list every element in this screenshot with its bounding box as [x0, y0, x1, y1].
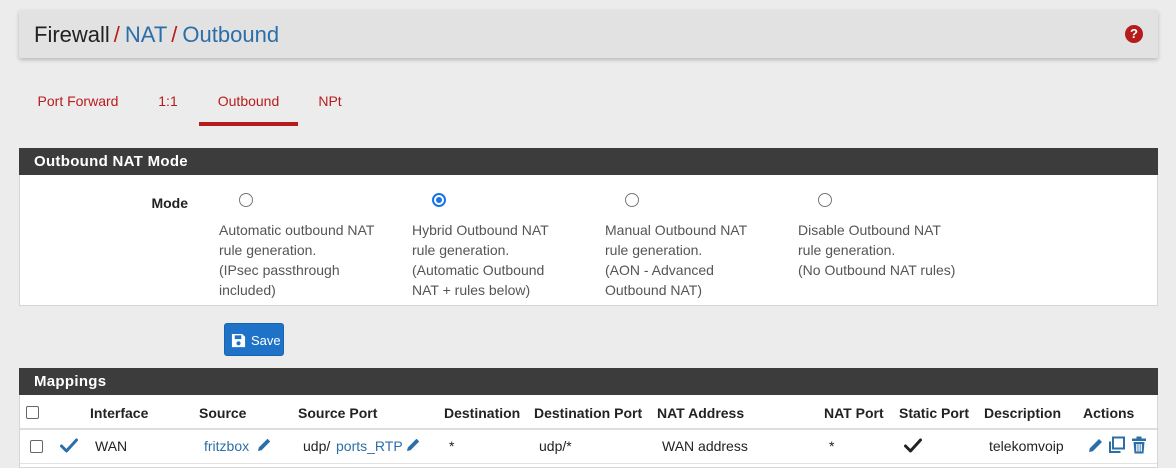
option-line: rule generation.	[798, 242, 896, 258]
header-static-port: Static Port	[899, 405, 970, 421]
header-source-port: Source Port	[298, 405, 378, 421]
radio-hybrid[interactable]	[432, 193, 446, 207]
row-description: telekomvoip	[989, 438, 1064, 454]
help-icon[interactable]: ?	[1125, 25, 1143, 43]
header-destination-port: Destination Port	[534, 405, 643, 421]
radio-disable[interactable]	[818, 193, 832, 207]
row-destination-port: udp/*	[539, 438, 572, 454]
breadcrumb-bar: Firewall / NAT / Outbound ?	[19, 10, 1158, 58]
row-interface: WAN	[95, 438, 128, 454]
option-line: NAT + rules below)	[412, 282, 531, 298]
select-all-checkbox[interactable]	[26, 406, 39, 419]
radio-manual[interactable]	[625, 193, 639, 207]
row-source-link[interactable]: fritzbox	[204, 438, 249, 454]
option-line: rule generation.	[605, 242, 703, 258]
option-line: Hybrid Outbound NAT	[412, 222, 549, 238]
trash-icon[interactable]	[1130, 436, 1148, 454]
row-source-port-prefix: udp/	[303, 438, 331, 454]
row-divider	[20, 463, 1157, 464]
header-nat-port: NAT Port	[824, 405, 884, 421]
pencil-icon[interactable]	[404, 436, 422, 454]
row-source-port-link[interactable]: ports_RTP	[336, 438, 403, 454]
option-line: (Automatic Outbound	[412, 262, 545, 278]
outbound-nat-mode-header: Outbound NAT Mode	[19, 148, 1158, 175]
option-line: rule generation.	[412, 242, 510, 258]
option-line: included)	[219, 282, 276, 298]
row-destination: *	[449, 438, 455, 454]
header-actions: Actions	[1083, 405, 1135, 421]
static-port-check-icon	[904, 438, 922, 453]
row-nat-address: WAN address	[662, 438, 748, 454]
breadcrumb-separator: /	[113, 22, 120, 47]
mappings-header: Mappings	[19, 368, 1158, 395]
option-line: (IPsec passthrough	[219, 262, 340, 278]
header-divider	[20, 428, 1157, 430]
radio-automatic[interactable]	[239, 193, 253, 207]
mode-option-hybrid-text: Hybrid Outbound NAT rule generation. (Au…	[412, 220, 592, 300]
option-line: (AON - Advanced	[605, 262, 714, 278]
option-line: Outbound NAT)	[605, 282, 703, 298]
save-button-label: Save	[251, 333, 281, 348]
option-line: rule generation.	[219, 242, 317, 258]
option-line: Automatic outbound NAT	[219, 222, 375, 238]
breadcrumb-outbound-link[interactable]: Outbound	[182, 22, 279, 47]
header-source: Source	[199, 405, 247, 421]
option-line: Disable Outbound NAT	[798, 222, 941, 238]
tab-port-forward[interactable]: Port Forward	[19, 84, 137, 126]
header-nat-address: NAT Address	[657, 405, 745, 421]
breadcrumb-separator: /	[171, 22, 178, 47]
enabled-check-icon[interactable]	[60, 438, 78, 453]
copy-icon[interactable]	[1108, 436, 1126, 454]
row-nat-port: *	[829, 438, 835, 454]
mode-option-manual-text: Manual Outbound NAT rule generation. (AO…	[605, 220, 785, 300]
tab-outbound[interactable]: Outbound	[199, 84, 298, 126]
breadcrumb: Firewall / NAT / Outbound	[34, 22, 279, 48]
header-destination: Destination	[444, 405, 521, 421]
tab-npt[interactable]: NPt	[310, 84, 350, 126]
edit-pencil-icon[interactable]	[1087, 436, 1105, 454]
outbound-nat-mode-body: Mode Automatic outbound NAT rule generat…	[19, 175, 1158, 306]
mode-option-automatic-text: Automatic outbound NAT rule generation. …	[219, 220, 399, 300]
pencil-icon[interactable]	[255, 436, 273, 454]
tab-one-to-one[interactable]: 1:1	[149, 84, 187, 126]
breadcrumb-nat-link[interactable]: NAT	[125, 22, 167, 47]
row-checkbox[interactable]	[30, 440, 43, 453]
header-description: Description	[984, 405, 1062, 421]
mode-option-disable-text: Disable Outbound NAT rule generation. (N…	[798, 220, 998, 280]
breadcrumb-firewall: Firewall	[34, 22, 110, 47]
option-line: (No Outbound NAT rules)	[798, 262, 956, 278]
option-line: Manual Outbound NAT	[605, 222, 748, 238]
mode-label: Mode	[151, 195, 188, 211]
save-button[interactable]: Save	[224, 323, 284, 356]
header-interface: Interface	[90, 405, 149, 421]
floppy-disk-icon	[231, 333, 246, 348]
